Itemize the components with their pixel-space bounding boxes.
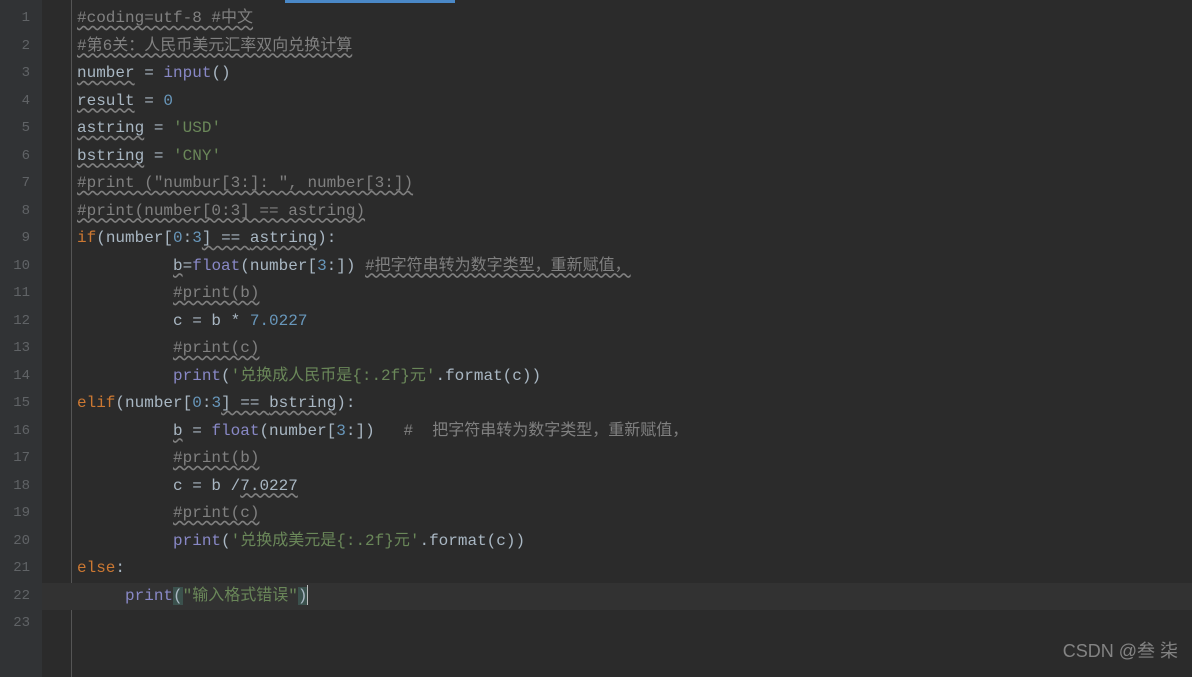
code-line[interactable]: if(number[0:3] == astring): [72, 225, 1192, 253]
line-number: 1 [0, 5, 42, 33]
code-line[interactable]: b=float(number[3:]) #把字符串转为数字类型，重新赋值， [72, 253, 1192, 281]
line-number: 14 [0, 363, 42, 391]
code-line[interactable] [72, 610, 1192, 638]
code-line[interactable]: #print(b) [72, 280, 1192, 308]
line-number: 5 [0, 115, 42, 143]
line-number: 8 [0, 198, 42, 226]
line-number: 17 [0, 445, 42, 473]
text-cursor [307, 585, 308, 605]
line-number: 19 [0, 500, 42, 528]
code-line[interactable]: c = b * 7.0227 [72, 308, 1192, 336]
line-number: 18 [0, 473, 42, 501]
code-line[interactable]: elif(number[0:3] == bstring): [72, 390, 1192, 418]
line-number: 13 [0, 335, 42, 363]
code-line[interactable]: #print(number[0:3] == astring) [72, 198, 1192, 226]
code-line[interactable]: astring = 'USD' [72, 115, 1192, 143]
line-number: 21 [0, 555, 42, 583]
code-line[interactable]: #print ("numbur[3:]: ", number[3:]) [72, 170, 1192, 198]
line-number: 10 [0, 253, 42, 281]
code-line[interactable]: #coding=utf-8 #中文 [72, 5, 1192, 33]
code-line[interactable]: c = b /7.0227 [72, 473, 1192, 501]
code-line[interactable]: #print(c) [72, 500, 1192, 528]
code-line[interactable]: print('兑换成美元是{:.2f}元'.format(c)) [72, 528, 1192, 556]
line-number: 15 [0, 390, 42, 418]
code-content[interactable]: #coding=utf-8 #中文 #第6关：人民币美元汇率双向兑换计算 num… [72, 0, 1192, 677]
code-line[interactable]: number = input() [72, 60, 1192, 88]
code-line[interactable]: #第6关：人民币美元汇率双向兑换计算 [72, 33, 1192, 61]
code-line[interactable]: bstring = 'CNY' [72, 143, 1192, 171]
line-number: 3 [0, 60, 42, 88]
code-line[interactable]: #print(c) [72, 335, 1192, 363]
code-line[interactable]: b = float(number[3:]) # 把字符串转为数字类型，重新赋值， [72, 418, 1192, 446]
code-line[interactable]: else: [72, 555, 1192, 583]
line-number: 12 [0, 308, 42, 336]
line-number: 4 [0, 88, 42, 116]
line-number: 7 [0, 170, 42, 198]
line-number: 23 [0, 610, 42, 638]
code-line[interactable]: #print(b) [72, 445, 1192, 473]
line-number: 11 [0, 280, 42, 308]
line-number: 22 [0, 583, 42, 611]
fold-gutter[interactable] [42, 0, 72, 677]
code-line-current[interactable]: print("输入格式错误") [72, 583, 1192, 611]
code-line[interactable]: print('兑换成人民币是{:.2f}元'.format(c)) [72, 363, 1192, 391]
watermark-label: CSDN @叁 柒 [1063, 638, 1178, 666]
line-number: 9 [0, 225, 42, 253]
line-number-gutter: 1 2 3 4 5 6 7 8 9 10 11 12 13 14 15 16 1… [0, 0, 42, 677]
line-number: 6 [0, 143, 42, 171]
line-number: 20 [0, 528, 42, 556]
code-line[interactable]: result = 0 [72, 88, 1192, 116]
line-number: 16 [0, 418, 42, 446]
line-number: 2 [0, 33, 42, 61]
code-editor[interactable]: 1 2 3 4 5 6 7 8 9 10 11 12 13 14 15 16 1… [0, 0, 1192, 677]
